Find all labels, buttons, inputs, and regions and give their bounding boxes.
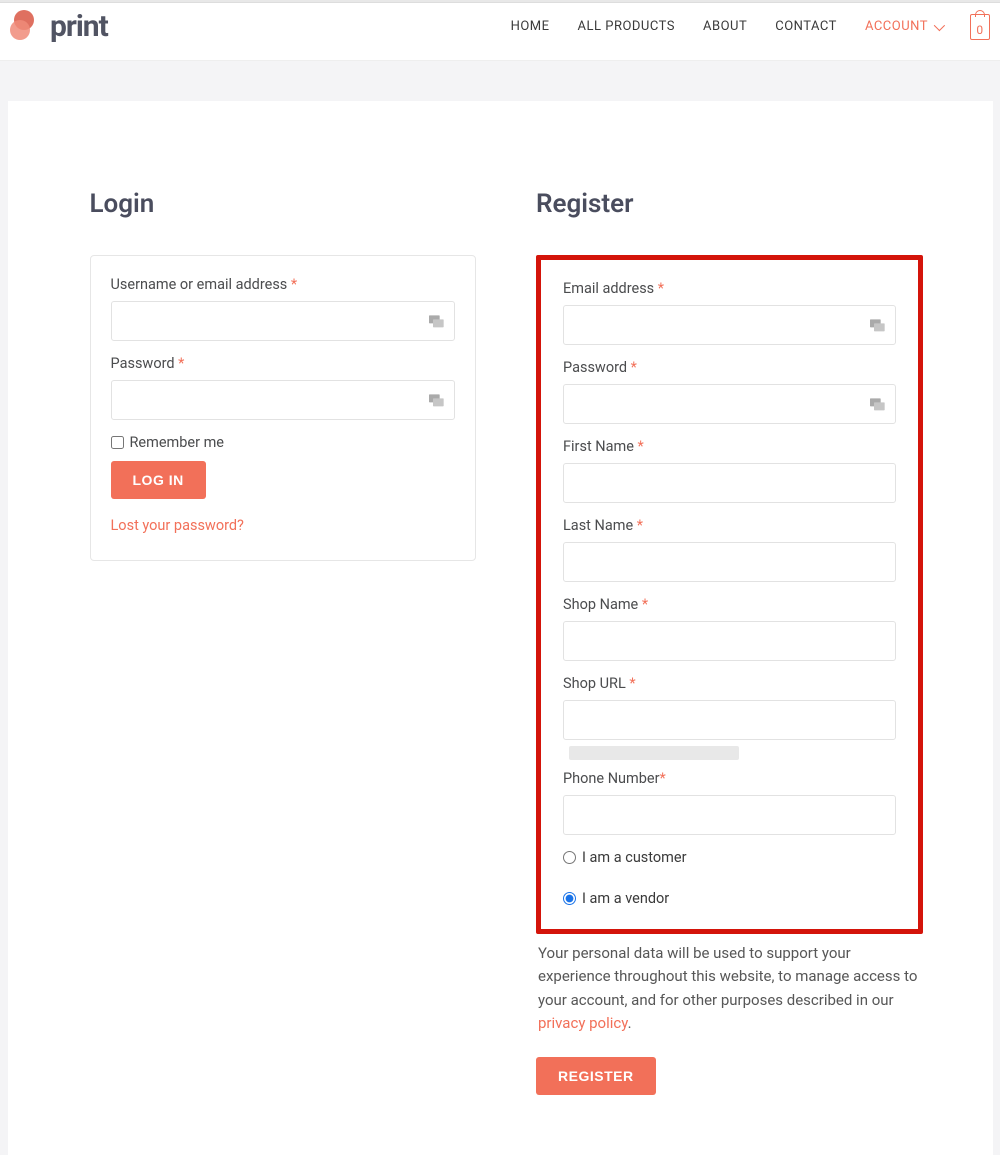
register-phone-input[interactable]	[563, 795, 896, 835]
register-column: Register Email address *	[536, 189, 923, 1095]
brand-logo[interactable]: print	[10, 9, 108, 44]
register-button[interactable]: REGISTER	[536, 1057, 656, 1095]
privacy-text: Your personal data will be used to suppo…	[538, 942, 921, 1035]
nav-about[interactable]: ABOUT	[703, 19, 747, 34]
login-form: Username or email address * Password *	[90, 255, 477, 561]
autofill-icon	[429, 393, 445, 407]
autofill-icon	[429, 314, 445, 328]
nav-home[interactable]: HOME	[511, 19, 550, 34]
nav-contact[interactable]: CONTACT	[775, 19, 837, 34]
logo-icon	[10, 10, 44, 44]
login-column: Login Username or email address *	[90, 189, 477, 1095]
login-title: Login	[90, 189, 477, 219]
login-password-label: Password *	[111, 355, 456, 372]
role-vendor-row[interactable]: I am a vendor	[563, 890, 896, 907]
register-shopurl-input[interactable]	[563, 700, 896, 740]
register-phone-label: Phone Number*	[563, 770, 896, 787]
brand-name: print	[50, 9, 108, 44]
main-nav: HOME ALL PRODUCTS ABOUT CONTACT ACCOUNT …	[511, 14, 990, 40]
register-lastname-input[interactable]	[563, 542, 896, 582]
register-email-label: Email address *	[563, 280, 896, 297]
nav-all-products[interactable]: ALL PRODUCTS	[578, 19, 675, 34]
role-customer-row[interactable]: I am a customer	[563, 849, 896, 866]
role-vendor-label: I am a vendor	[582, 890, 669, 907]
remember-me-checkbox[interactable]	[111, 436, 124, 449]
lost-password-link[interactable]: Lost your password?	[111, 517, 244, 534]
shop-url-hint	[569, 746, 739, 760]
register-lastname-label: Last Name *	[563, 517, 896, 534]
remember-me-label: Remember me	[130, 434, 225, 451]
autofill-icon	[870, 397, 886, 411]
role-customer-radio[interactable]	[563, 851, 576, 864]
register-shopurl-label: Shop URL *	[563, 675, 896, 692]
site-header: print HOME ALL PRODUCTS ABOUT CONTACT AC…	[0, 3, 1000, 61]
register-title: Register	[536, 189, 923, 219]
role-customer-label: I am a customer	[582, 849, 686, 866]
register-shopname-input[interactable]	[563, 621, 896, 661]
register-email-input[interactable]	[563, 305, 896, 345]
register-shopname-label: Shop Name *	[563, 596, 896, 613]
chevron-down-icon	[934, 19, 945, 30]
register-firstname-label: First Name *	[563, 438, 896, 455]
role-vendor-radio[interactable]	[563, 892, 576, 905]
login-username-input[interactable]	[111, 301, 456, 341]
register-firstname-input[interactable]	[563, 463, 896, 503]
register-form-highlight: Email address * Password *	[536, 255, 923, 934]
cart-count: 0	[976, 23, 983, 37]
login-password-input[interactable]	[111, 380, 456, 420]
remember-me-row[interactable]: Remember me	[111, 434, 456, 451]
autofill-icon	[870, 318, 886, 332]
nav-account[interactable]: ACCOUNT	[865, 19, 942, 34]
nav-account-label: ACCOUNT	[865, 19, 928, 34]
cart-button[interactable]: 0	[970, 14, 990, 40]
login-username-label: Username or email address *	[111, 276, 456, 293]
register-password-label: Password *	[563, 359, 896, 376]
privacy-policy-link[interactable]: privacy policy	[538, 1014, 628, 1032]
register-password-input[interactable]	[563, 384, 896, 424]
login-button[interactable]: LOG IN	[111, 461, 206, 499]
auth-card: Login Username or email address *	[8, 101, 993, 1155]
